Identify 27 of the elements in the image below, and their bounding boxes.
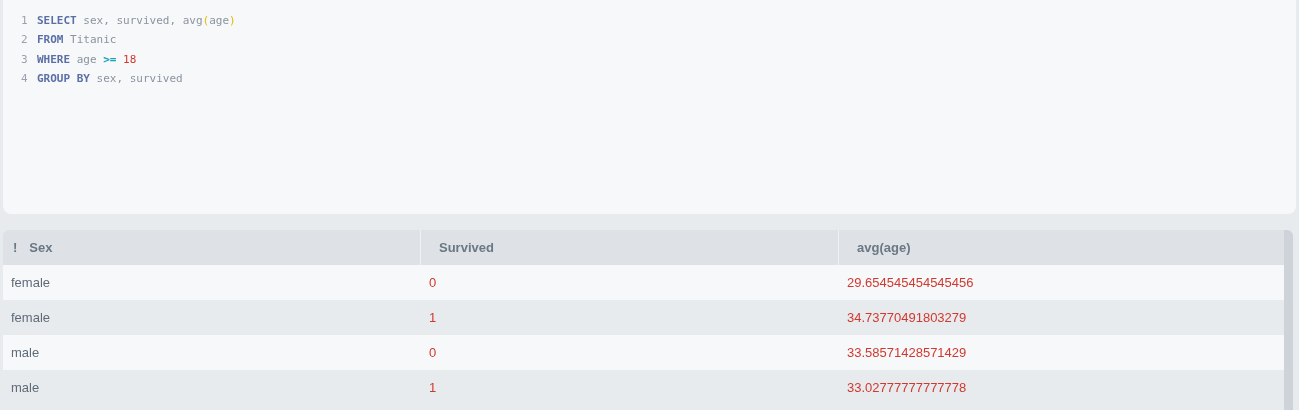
table-cell-text: female [11, 308, 51, 327]
column-label: avg(age) [856, 238, 911, 257]
line-number: 4 [21, 71, 29, 87]
table-cell-text: 1 [429, 308, 437, 327]
table-cell-text: male [11, 343, 40, 362]
column-label: Sex [29, 238, 53, 257]
sort-marker: ! [13, 238, 18, 257]
code-line: SELECT sex, survived, avg(age) [37, 12, 236, 29]
table-cell-text: 34.73770491803279 [847, 308, 967, 327]
table-cell-text: 29.654545454545456 [847, 273, 974, 292]
table-cell-text: male [11, 378, 40, 397]
code-line: GROUP BY sex, survived [37, 71, 183, 87]
code-line: WHERE age >= 18 [37, 51, 137, 68]
editor-panel[interactable]: 1 SELECT sex, survived, avg(age) 2 FROM Titanic 3 WHERE age >= 18 4 GROUP BY sex, survived [3, 0, 1296, 214]
column-label: Survived [438, 238, 494, 257]
scrollbar[interactable] [1284, 230, 1293, 410]
line-number: 2 [21, 32, 29, 48]
line-number: 3 [21, 51, 29, 68]
table-cell-text: female [11, 273, 51, 292]
table-cell-text: 0 [429, 273, 437, 292]
table-cell-text: 1 [429, 378, 437, 397]
table-cell-text: 0 [429, 343, 437, 362]
line-number: 1 [21, 12, 29, 29]
code-line: FROM Titanic [37, 32, 117, 48]
table-cell-text: 33.02777777777778 [847, 378, 967, 397]
table-cell-text: 33.58571428571429 [847, 343, 967, 362]
column-header[interactable]: avg(age) [839, 230, 1284, 265]
